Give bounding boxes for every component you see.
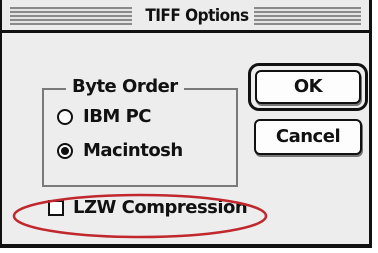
radio-ibm-pc-label: IBM PC [83,106,152,127]
title-bar[interactable]: TIFF Options [2,0,369,33]
radio-macintosh-label: Macintosh [83,140,183,161]
radio-ibm-pc[interactable]: IBM PC [57,106,152,127]
radio-button-unselected[interactable] [57,108,73,125]
ok-button-default-ring: OK [248,63,368,111]
title-bar-stripes-right [251,7,361,25]
byte-order-label: Byte Order [66,75,184,99]
radio-button-selected[interactable] [57,142,73,159]
highlight-ellipse-stroke [12,193,268,239]
radio-macintosh[interactable]: Macintosh [57,140,183,161]
ok-button[interactable]: OK [255,70,361,104]
highlight-circle-annotation [12,193,268,239]
window-title: TIFF Options [140,3,254,29]
title-bar-stripes-left [10,7,132,25]
cancel-button[interactable]: Cancel [254,119,362,155]
byte-order-group: Byte Order IBM PC Macintosh [42,75,238,187]
